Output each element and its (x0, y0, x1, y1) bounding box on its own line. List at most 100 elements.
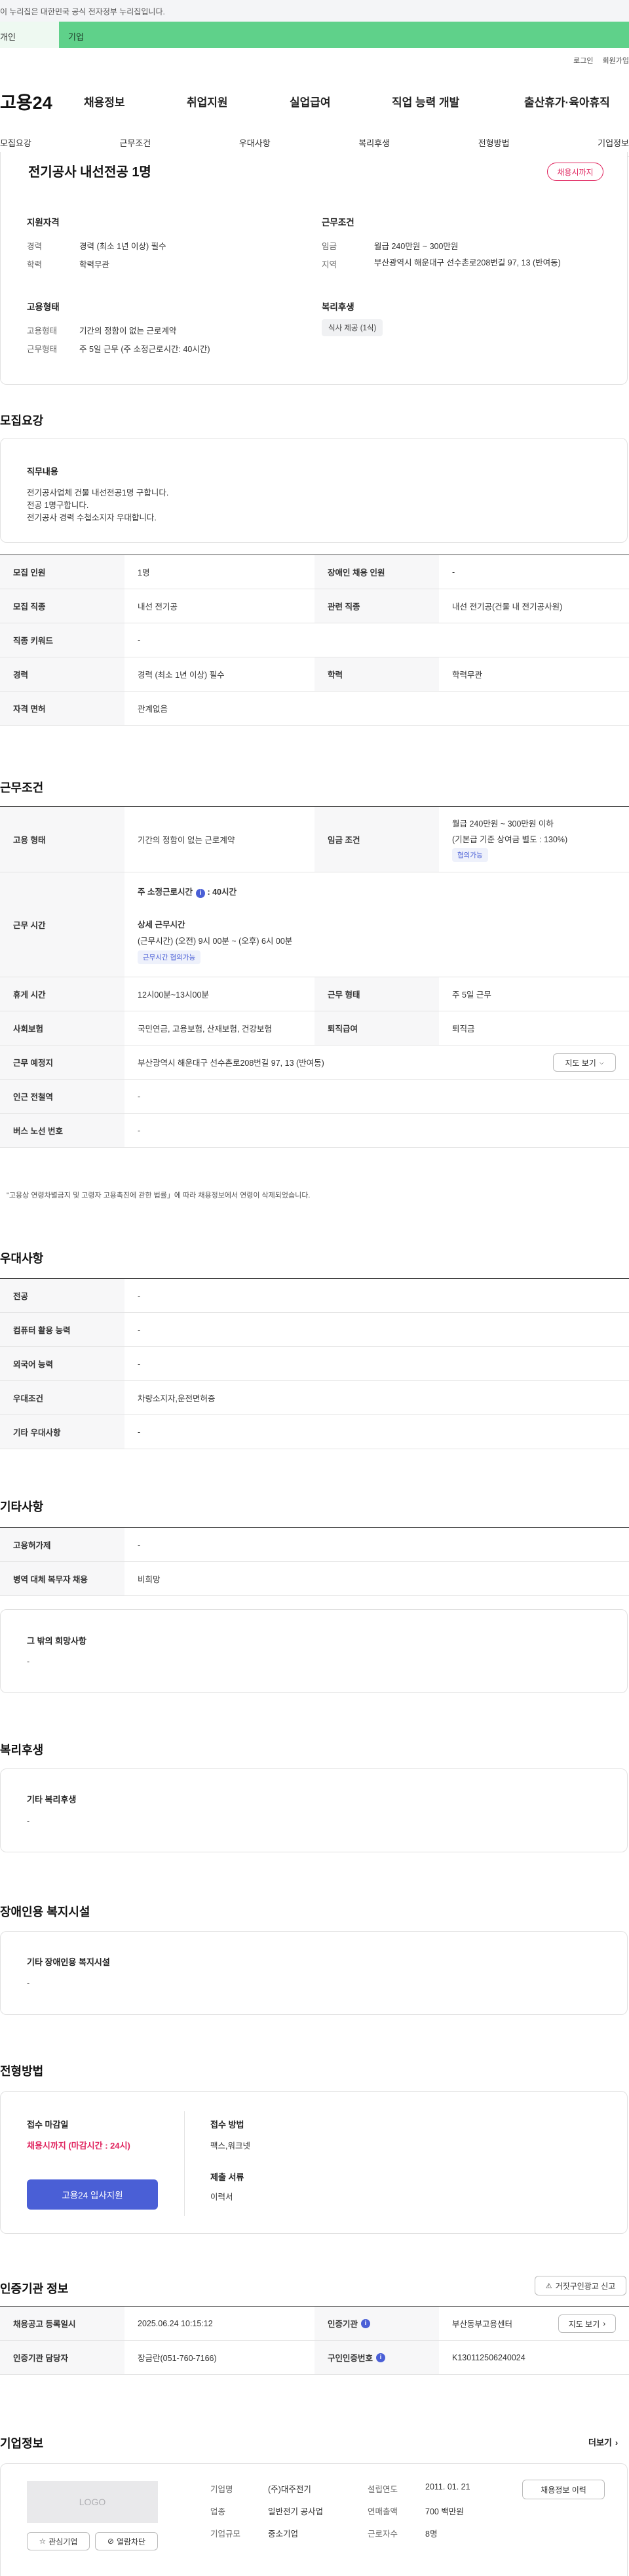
table-header: 병역 대체 복무자 채용 (0, 1562, 124, 1595)
company-field-value: 8명 (425, 2529, 438, 2539)
weekly-hours-label: 주 소정근로시간 (138, 888, 193, 897)
site-logo[interactable]: 고용24 (0, 88, 52, 114)
tab-company[interactable]: 기업 (59, 22, 629, 48)
info-icon[interactable]: i (376, 2352, 386, 2362)
work-table: 고용 형태 기간의 정함이 없는 근로계약 임금 조건 월급 240만원 ~ 3… (0, 806, 629, 1148)
cert-map-button[interactable]: 지도 보기 › (558, 2314, 616, 2333)
table-header: 우대조건 (0, 1381, 124, 1415)
tab-process[interactable]: 전형방법 (478, 136, 510, 149)
table-header: 구인인증번호 i (314, 2341, 439, 2374)
nav-item-vocational-training[interactable]: 직업 능력 개발 (392, 93, 459, 109)
detail-hours-label: 상세 근무시간 (138, 920, 185, 929)
welfare-box: 기타 복리후생 - (0, 1768, 628, 1852)
table-cell: 관계없음 (138, 705, 168, 714)
signup-link[interactable]: 회원가입 (603, 55, 629, 66)
info-icon[interactable]: i (361, 2318, 371, 2328)
table-cell: - (138, 1325, 141, 1335)
section-heading-cert: 인증기관 정보 (0, 2282, 69, 2295)
map-button[interactable]: 지도 보기 ⌵ (553, 1053, 616, 1072)
cond-value: 부산광역시 해운대구 선수촌로208번길 97, 13 (반여동) (374, 258, 561, 267)
favorite-company-button[interactable]: ☆ 관심기업 (27, 2532, 90, 2550)
table-row: 휴게 시간 12시00분~13시00분 근무 형태 주 5일 근무 (0, 977, 629, 1011)
welfare-box-value: - (27, 1816, 30, 1825)
job-history-button[interactable]: 채용정보 이력 (522, 2480, 605, 2499)
company-field-label: 근로자수 (368, 2529, 398, 2539)
welfare-title: 복리후생 (322, 302, 354, 312)
table-cell: 장금란(051-760-7166) (138, 2354, 217, 2363)
section-heading-pref: 우대사항 (0, 1252, 44, 1265)
table-row: 우대조건 차량소지자,운전면허증 (0, 1381, 629, 1415)
company-field-value: (주)대주전기 (268, 2485, 311, 2494)
table-cell: K130112506240024 (452, 2352, 525, 2362)
chevron-down-icon: ⌵ (599, 1059, 604, 1066)
section-heading-etc: 기타사항 (0, 1500, 44, 1513)
method-value: 팩스,워크넷 (210, 2141, 250, 2151)
table-cell: 12시00분~13시00분 (138, 990, 209, 1000)
nav-item-employment-support[interactable]: 취업지원 (187, 93, 228, 109)
table-header: 근무 형태 (314, 977, 439, 1011)
cond-value: 월급 240만원 ~ 300만원 (374, 242, 459, 251)
process-box: 접수 마감일 채용시까지 (마감시간 : 24시) 고용24 입사지원 접수 방… (0, 2091, 628, 2234)
table-cell: 내선 전기공(건물 내 전기공사원) (452, 602, 563, 612)
table-row: 버스 노선 번호 - (0, 1114, 629, 1148)
report-fake-ad-button[interactable]: ⚠ 거짓구인광고 신고 (535, 2276, 626, 2295)
welfare-tag: 식사 제공 (1식) (322, 319, 383, 336)
table-header: 인증기관 i (314, 2307, 439, 2340)
table-row: 근무 예정지 부산광역시 해운대구 선수촌로208번길 97, 13 (반여동)… (0, 1045, 629, 1080)
nav-item-parental-leave[interactable]: 출산휴가·육아휴직 (524, 93, 610, 109)
chevron-right-icon: › (615, 2438, 619, 2448)
tab-welfare[interactable]: 복리후생 (358, 136, 390, 149)
nav-item-jobs[interactable]: 채용정보 (84, 93, 125, 109)
table-cell: 학력무관 (452, 671, 483, 680)
company-card: LOGO ☆ 관심기업 ⊘ 열람차단 기업명 (주)대주전기 업종 일반전기 공사업… (0, 2463, 628, 2576)
star-icon: ☆ (39, 2537, 47, 2546)
apply-button[interactable]: 고용24 입사지원 (27, 2179, 158, 2210)
table-header: 인증기관 담당자 (0, 2341, 124, 2374)
detail-hours-value: (근무시간) (오전) 9시 00분 ~ (오후) 6시 00분 (138, 937, 293, 946)
table-cell: 퇴직금 (452, 1025, 475, 1034)
table-row: 고용 형태 기간의 정함이 없는 근로계약 임금 조건 월급 240만원 ~ 3… (0, 807, 629, 872)
tab-work[interactable]: 근무조건 (119, 136, 151, 149)
tab-personal[interactable]: 개인 (0, 22, 59, 48)
tab-company[interactable]: 기업정보 (598, 136, 629, 149)
table-header: 인근 전철역 (0, 1080, 124, 1113)
qual-value: 경력 (최소 1년 이상) 필수 (79, 242, 166, 251)
hours-negotiable-tag: 근무시간 협의가능 (138, 950, 201, 964)
table-header: 장애인 채용 인원 (314, 555, 439, 589)
time-cell: 주 소정근로시간 i : 40시간 상세 근무시간 (근무시간) (오전) 9시 … (124, 872, 305, 977)
age-notice: "고용상 연령차별금지 및 고령자 고용촉진에 관한 법률」에 따라 채용정보에… (7, 1192, 311, 1200)
emp-value: 주 5일 근무 (주 소정근로시간: 40시간) (79, 345, 210, 354)
company-logo: LOGO (27, 2481, 158, 2523)
divider (184, 2111, 185, 2216)
info-icon[interactable]: i (195, 889, 205, 898)
wage-negotiable-tag: 협의가능 (452, 848, 488, 862)
company-field-label: 기업명 (210, 2485, 233, 2494)
table-cell: - (138, 635, 141, 645)
tab-recruit[interactable]: 모집요강 (0, 136, 31, 149)
weekly-hours-value: : 40시간 (207, 888, 237, 897)
disability-box-value: - (27, 1979, 30, 1988)
duty-box: 직무내용 전기공사업체 건물 내선전공1명 구합니다. 전공 1명구합니다. 전… (0, 438, 628, 543)
table-header: 자격 면허 (0, 692, 124, 725)
welfare-box-title: 기타 복리후생 (27, 1795, 77, 1805)
table-header: 임금 조건 (314, 807, 439, 872)
table-header: 기타 우대사항 (0, 1415, 124, 1449)
table-cell: - (138, 1291, 141, 1300)
table-row: 모집 인원 1명 장애인 채용 인원 - (0, 555, 629, 589)
table-cell: - (138, 1540, 141, 1550)
tab-pref[interactable]: 우대사항 (239, 136, 271, 149)
table-header: 근무 예정지 (0, 1045, 124, 1079)
company-field-value: 2011. 01. 21 (425, 2482, 470, 2491)
table-cell: 비희망 (138, 1575, 161, 1584)
gov-banner-text: 이 누리집은 대한민국 공식 전자정부 누리집입니다. (0, 7, 165, 16)
block-company-button[interactable]: ⊘ 열람차단 (95, 2532, 158, 2550)
table-header: 고용 형태 (0, 807, 124, 872)
table-row: 고용허가제 - (0, 1528, 629, 1562)
cert-number-label: 구인인증번호 (328, 2354, 373, 2363)
login-link[interactable]: 로그인 (573, 55, 593, 66)
nav-item-unemployment-benefit[interactable]: 실업급여 (290, 93, 331, 109)
company-more-link[interactable]: 더보기 › (588, 2436, 618, 2448)
table-row: 채용공고 등록일시 2025.06.24 10:15:12 인증기관 i 부산동부… (0, 2307, 629, 2341)
table-header: 직종 키워드 (0, 623, 124, 657)
table-cell: 차량소지자,운전면허증 (138, 1394, 216, 1403)
